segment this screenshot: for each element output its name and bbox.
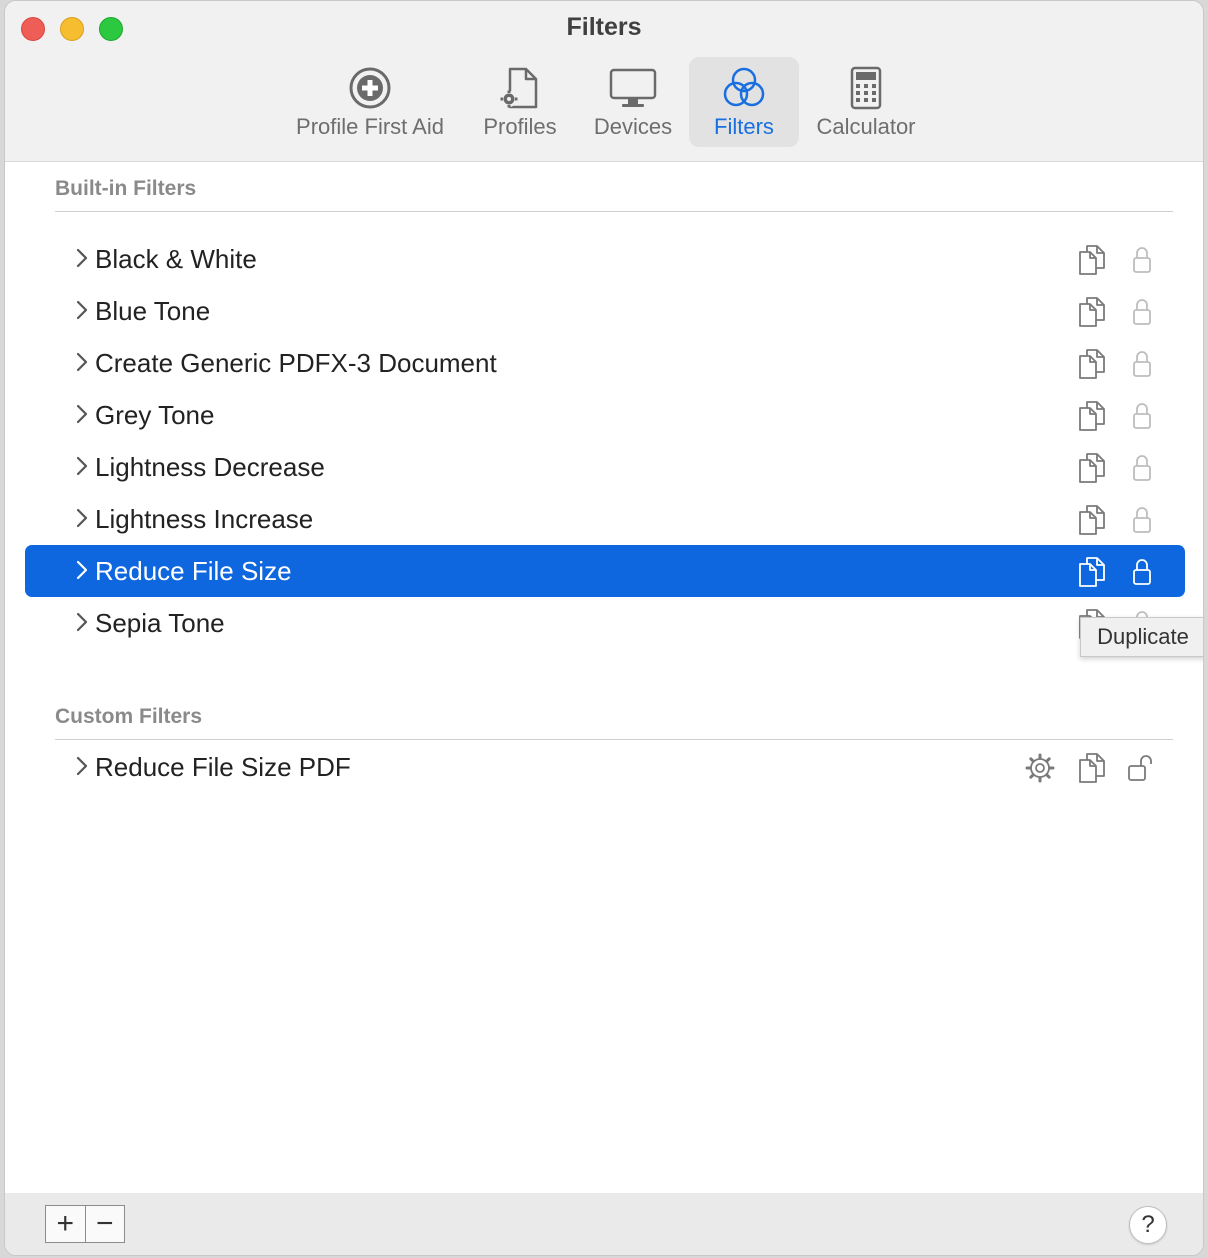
filter-name: Blue Tone bbox=[95, 296, 211, 326]
filter-row[interactable]: Create Generic PDFX-3 Document bbox=[25, 337, 1185, 389]
duplicate-icon[interactable] bbox=[1077, 400, 1107, 432]
help-button[interactable]: ? bbox=[1129, 1206, 1167, 1244]
toolbar-label: Calculator bbox=[816, 114, 916, 139]
monitor-icon bbox=[609, 68, 657, 107]
duplicate-icon[interactable] bbox=[1077, 556, 1107, 588]
lock-icon[interactable] bbox=[1127, 504, 1157, 536]
toolbar-profile-first-aid[interactable]: Profile First Aid bbox=[285, 57, 455, 147]
disclosure-chevron-icon[interactable] bbox=[75, 246, 89, 270]
duplicate-icon[interactable] bbox=[1077, 244, 1107, 276]
toolbar-label: Profiles bbox=[483, 114, 557, 139]
toolbar-devices[interactable]: Devices bbox=[585, 57, 681, 147]
custom-filters-header: Custom Filters bbox=[55, 705, 203, 728]
builtin-filters-header: Built-in Filters bbox=[55, 177, 197, 200]
filter-name: Reduce File Size bbox=[95, 556, 292, 586]
toolbar-profiles[interactable]: Profiles bbox=[475, 57, 565, 147]
filter-name: Create Generic PDFX-3 Document bbox=[95, 348, 497, 378]
unlocked-icon[interactable] bbox=[1127, 752, 1157, 784]
title-bar: Filters Profile First Aid Profiles Devic… bbox=[5, 1, 1203, 162]
duplicate-tooltip: Duplicate bbox=[1080, 617, 1203, 657]
disclosure-chevron-icon[interactable] bbox=[75, 754, 89, 778]
filter-name: Sepia Tone bbox=[95, 608, 225, 638]
toolbar-label: Filters bbox=[714, 114, 774, 139]
lock-icon[interactable] bbox=[1127, 244, 1157, 276]
disclosure-chevron-icon[interactable] bbox=[75, 402, 89, 426]
plus-circle-icon bbox=[349, 67, 391, 109]
filter-row[interactable]: Reduce File Size PDF bbox=[25, 741, 1185, 793]
filter-name: Grey Tone bbox=[95, 400, 215, 430]
three-circles-icon bbox=[723, 67, 765, 107]
filter-row[interactable]: Lightness Decrease bbox=[25, 441, 1185, 493]
toolbar-label: Profile First Aid bbox=[296, 114, 444, 139]
filter-row[interactable]: Blue Tone bbox=[25, 285, 1185, 337]
lock-icon[interactable] bbox=[1127, 348, 1157, 380]
filter-row[interactable]: Sepia Tone bbox=[25, 597, 1185, 649]
duplicate-icon[interactable] bbox=[1077, 296, 1107, 328]
lock-icon[interactable] bbox=[1127, 400, 1157, 432]
filter-name: Reduce File Size PDF bbox=[95, 752, 351, 782]
duplicate-icon[interactable] bbox=[1077, 752, 1107, 784]
duplicate-icon[interactable] bbox=[1077, 452, 1107, 484]
document-gear-icon bbox=[500, 67, 538, 109]
toolbar-label: Devices bbox=[593, 114, 673, 139]
disclosure-chevron-icon[interactable] bbox=[75, 610, 89, 634]
disclosure-chevron-icon[interactable] bbox=[75, 350, 89, 374]
disclosure-chevron-icon[interactable] bbox=[75, 454, 89, 478]
filters-window: Filters Profile First Aid Profiles Devic… bbox=[4, 0, 1204, 1256]
lock-icon[interactable] bbox=[1127, 452, 1157, 484]
filter-row[interactable]: Lightness Increase bbox=[25, 493, 1185, 545]
disclosure-chevron-icon[interactable] bbox=[75, 506, 89, 530]
toolbar: Profile First Aid Profiles Devices Filte… bbox=[5, 57, 1203, 147]
filter-name: Lightness Decrease bbox=[95, 452, 325, 482]
filter-row[interactable]: Black & White bbox=[25, 233, 1185, 285]
filter-row[interactable]: Grey Tone bbox=[25, 389, 1185, 441]
divider bbox=[55, 739, 1173, 740]
toolbar-calculator[interactable]: Calculator bbox=[811, 57, 921, 147]
filter-row[interactable]: Reduce File Size bbox=[25, 545, 1185, 597]
lock-icon[interactable] bbox=[1127, 556, 1157, 588]
remove-filter-button[interactable]: − bbox=[86, 1206, 125, 1242]
toolbar-filters[interactable]: Filters bbox=[689, 57, 799, 147]
disclosure-chevron-icon[interactable] bbox=[75, 298, 89, 322]
add-remove-control: + − bbox=[45, 1205, 125, 1243]
filter-name: Lightness Increase bbox=[95, 504, 314, 534]
calculator-icon bbox=[850, 66, 882, 110]
duplicate-icon[interactable] bbox=[1077, 504, 1107, 536]
lock-icon[interactable] bbox=[1127, 296, 1157, 328]
disclosure-chevron-icon[interactable] bbox=[75, 558, 89, 582]
divider bbox=[55, 211, 1173, 212]
bottom-bar: + − ? bbox=[5, 1193, 1203, 1255]
filter-name: Black & White bbox=[95, 244, 257, 274]
add-filter-button[interactable]: + bbox=[46, 1206, 86, 1242]
settings-gear-icon[interactable] bbox=[1025, 752, 1055, 784]
duplicate-icon[interactable] bbox=[1077, 348, 1107, 380]
window-title: Filters bbox=[566, 13, 642, 41]
